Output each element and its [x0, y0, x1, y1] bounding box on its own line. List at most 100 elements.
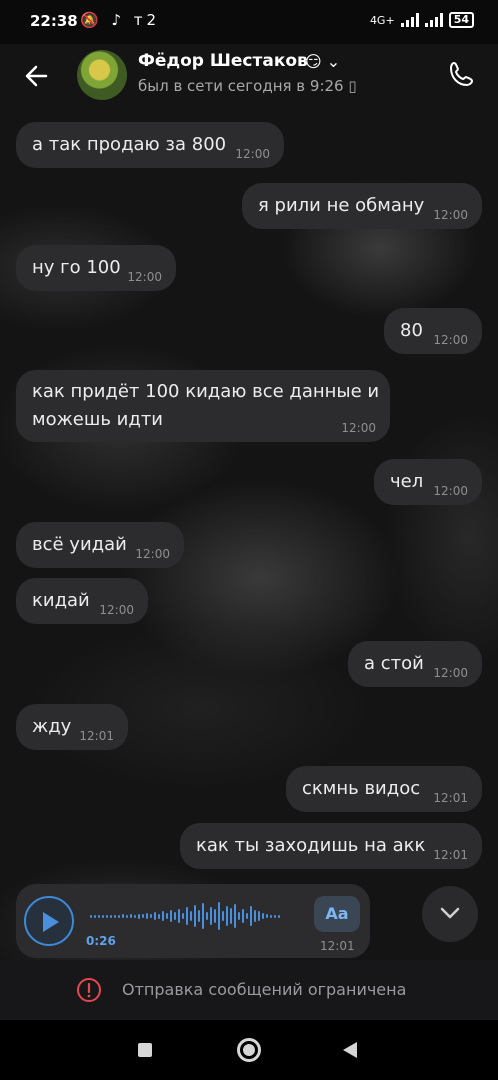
waveform-bar — [186, 907, 188, 925]
waveform-bar — [190, 911, 192, 921]
message-text: чел — [390, 471, 424, 492]
restriction-text: Отправка сообщений ограничена — [122, 980, 407, 999]
waveform-bar — [198, 910, 200, 922]
chevron-down-icon[interactable]: 😏 ⌄ — [305, 52, 340, 71]
message-time: 12:00 — [235, 147, 270, 161]
waveform-bar — [174, 912, 176, 920]
message-time: 12:00 — [341, 421, 376, 435]
home-icon[interactable] — [237, 1038, 261, 1062]
signal-icon-2 — [424, 13, 443, 27]
back-arrow-icon[interactable] — [20, 58, 56, 94]
restriction-bar: Отправка сообщений ограничена — [0, 960, 498, 1020]
warning-circle-icon — [76, 977, 102, 1003]
message-text-line1: как придёт 100 кидаю все данные и — [32, 381, 380, 402]
message-out[interactable]: как ты заходишь на акк 12:01 — [180, 823, 482, 869]
waveform-bar — [274, 914, 276, 918]
waveform-bar — [166, 913, 168, 919]
waveform-bar — [234, 904, 236, 928]
signal-icon — [400, 13, 419, 27]
message-text: а стой — [364, 653, 424, 674]
battery-icon: 54 — [448, 12, 474, 28]
waveform-bar — [226, 906, 228, 926]
message-out[interactable]: скмнь видос 12:01 — [286, 766, 482, 812]
waveform-bar — [118, 914, 120, 918]
waveform[interactable] — [90, 898, 280, 934]
phone-icon[interactable] — [444, 56, 480, 92]
waveform-bar — [134, 914, 136, 918]
waveform-bar — [266, 914, 268, 918]
message-time: 12:01 — [79, 729, 114, 743]
message-text: ну го 100 — [32, 257, 121, 278]
waveform-bar — [242, 909, 244, 923]
waveform-bar — [254, 910, 256, 922]
waveform-bar — [102, 914, 104, 918]
waveform-bar — [210, 907, 212, 925]
waveform-bar — [262, 913, 264, 919]
waveform-bar — [194, 905, 196, 927]
last-seen-status: был в сети сегодня в 9:26 ▯ — [138, 77, 357, 95]
chat-area[interactable]: а так продаю за 800 12:00 я рили не обма… — [0, 108, 498, 960]
waveform-bar — [238, 912, 240, 920]
waveform-bar — [222, 911, 224, 921]
message-text: как ты заходишь на акк — [196, 835, 426, 856]
message-in[interactable]: жду 12:01 — [16, 704, 128, 750]
waveform-bar — [218, 902, 220, 930]
message-in[interactable]: ну го 100 12:00 — [16, 245, 176, 291]
message-in[interactable]: кидай 12:00 — [16, 578, 148, 624]
message-text: кидай — [32, 590, 90, 611]
voice-message[interactable]: 0:26 Aa 12:01 — [16, 884, 370, 958]
status-time: 22:38 — [30, 12, 78, 30]
waveform-bar — [98, 914, 100, 918]
waveform-bar — [182, 913, 184, 919]
message-text: всё уидай — [32, 534, 127, 555]
waveform-bar — [178, 909, 180, 923]
waveform-bar — [94, 914, 96, 918]
waveform-bar — [206, 912, 208, 920]
network-type: 4G+ — [369, 13, 395, 27]
waveform-bar — [246, 913, 248, 919]
transcribe-button[interactable]: Aa — [314, 896, 360, 932]
recents-icon[interactable] — [138, 1043, 152, 1057]
voice-duration: 0:26 — [86, 934, 116, 948]
message-out[interactable]: а стой 12:00 — [348, 641, 482, 687]
message-text: а так продаю за 800 — [32, 134, 227, 155]
waveform-bar — [202, 903, 204, 929]
waveform-bar — [154, 912, 156, 920]
chevron-down-icon — [440, 907, 460, 919]
message-time: 12:01 — [320, 939, 355, 953]
scroll-down-button[interactable] — [422, 886, 478, 942]
status-right: 4G+ 54 — [370, 12, 474, 28]
waveform-bar — [230, 908, 232, 924]
waveform-bar — [90, 914, 92, 918]
message-text: скмнь видос — [302, 778, 421, 799]
waveform-bar — [130, 914, 132, 918]
waveform-bar — [270, 914, 272, 918]
back-triangle-icon[interactable] — [341, 1041, 359, 1063]
message-time: 12:00 — [127, 270, 162, 284]
message-out[interactable]: 80 12:00 — [384, 308, 482, 354]
message-text: я рили не обману — [258, 195, 425, 216]
message-out[interactable]: чел 12:00 — [374, 459, 482, 505]
message-time: 12:00 — [433, 666, 468, 680]
waveform-bar — [138, 913, 140, 919]
waveform-bar — [114, 914, 116, 918]
message-in[interactable]: а так продаю за 800 12:00 — [16, 122, 284, 168]
message-in[interactable]: всё уидай 12:00 — [16, 522, 184, 568]
message-time: 12:00 — [135, 547, 170, 561]
status-notification-icons: 🔕 ♪ т2 — [80, 11, 161, 29]
message-time: 12:00 — [99, 603, 134, 617]
waveform-bar — [278, 914, 280, 918]
message-text: жду — [32, 716, 72, 737]
message-time: 12:01 — [433, 848, 468, 862]
message-in[interactable]: как придёт 100 кидаю все данные и можешь… — [16, 370, 390, 442]
message-time: 12:01 — [433, 791, 468, 805]
waveform-bar — [158, 913, 160, 919]
play-icon[interactable] — [24, 896, 74, 946]
avatar[interactable] — [77, 50, 127, 100]
message-text-line2: можешь идти — [32, 409, 164, 430]
status-bar: 22:38 🔕 ♪ т2 4G+ 54 — [0, 0, 498, 44]
waveform-bar — [258, 911, 260, 921]
contact-name[interactable]: Фёдор Шестаков — [138, 51, 308, 71]
message-out[interactable]: я рили не обману 12:00 — [242, 183, 482, 229]
waveform-bar — [122, 914, 124, 918]
